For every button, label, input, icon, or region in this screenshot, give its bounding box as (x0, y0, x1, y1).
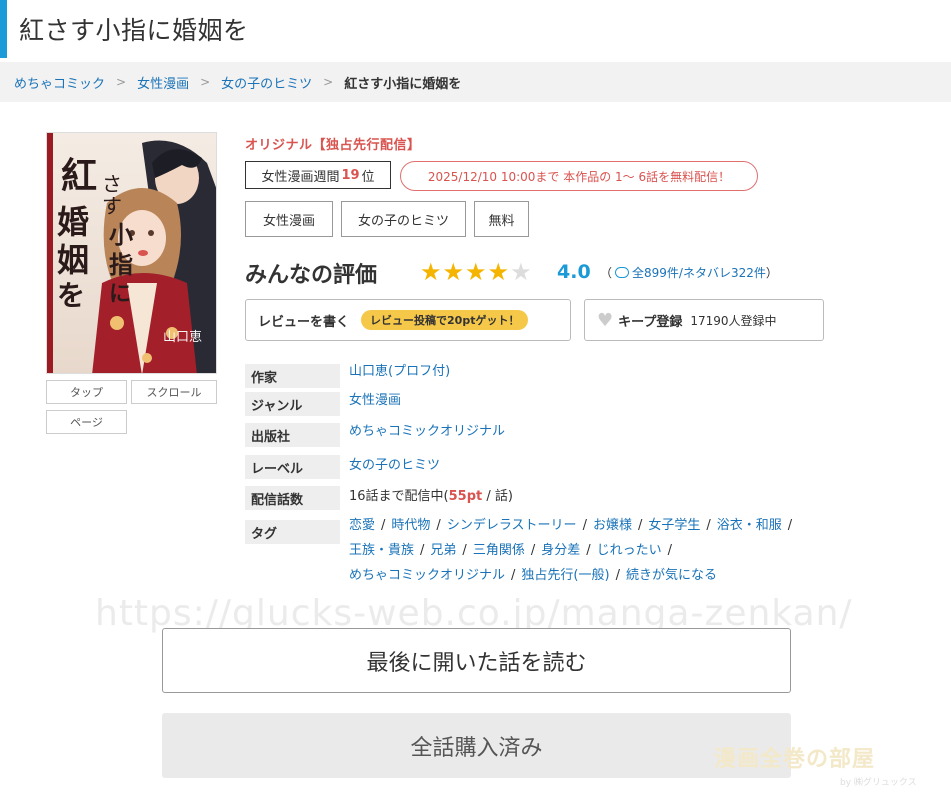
tag-link[interactable]: 女子学生 (648, 518, 700, 533)
tag-button-free[interactable]: 無料 (474, 201, 529, 237)
star-filled-icon: ★ (465, 258, 487, 286)
title-bar: 紅さす小指に婚姻を (0, 0, 951, 58)
svg-text:婚: 婚 (57, 203, 89, 241)
breadcrumb-separator: > (116, 75, 127, 89)
episodes-prefix: 16話まで配信中( (349, 489, 449, 504)
rank-badge[interactable]: 女性漫画週間 19 位 (245, 161, 391, 189)
tag-button-genre[interactable]: 女性漫画 (245, 201, 333, 237)
tag-link[interactable]: シンデレラストーリー (447, 518, 577, 533)
breadcrumb-separator: > (200, 75, 211, 89)
heart-icon: ♥ (597, 309, 614, 331)
svg-text:小: 小 (109, 220, 133, 249)
view-tap-button[interactable]: タップ (46, 380, 127, 404)
tag-list-line-1: 恋愛 / 時代物 / シンデレラストーリー / お嬢様 / 女子学生 / 浴衣・和服 / (349, 518, 793, 533)
rank-number: 19 (341, 167, 360, 183)
star-filled-icon: ★ (442, 258, 465, 286)
star-filled-icon: ★ (487, 258, 510, 286)
genre-label: ジャンル (245, 392, 340, 416)
star-filled-icon: ★ (420, 258, 442, 286)
write-review-button[interactable]: レビューを書く レビュー投稿で20ptゲット！ (245, 299, 571, 341)
rating-count-text: 全899件/ネタバレ322件 (632, 266, 766, 280)
svg-text:山口恵: 山口恵 (163, 330, 202, 345)
rating-stars: ★ ★ ★ ★ ★ (420, 258, 533, 286)
author-label: 作家 (245, 364, 340, 388)
episodes-price: 55pt (448, 489, 483, 504)
page-title: 紅さす小指に婚姻を (19, 16, 249, 45)
write-review-label: レビューを書く (258, 314, 350, 330)
svg-text:に: に (109, 281, 131, 307)
rating-score: 4.0 (557, 261, 591, 283)
tag-button-label[interactable]: 女の子のヒミツ (341, 201, 466, 237)
tags-label: タグ (245, 520, 340, 544)
tag-link[interactable]: 兄弟 (430, 543, 456, 558)
publisher-link[interactable]: めちゃコミックオリジナル (349, 422, 505, 442)
rating-count[interactable]: （ 全899件/ネタバレ322件 ） (600, 264, 778, 281)
view-scroll-button[interactable]: スクロール (131, 380, 217, 404)
breadcrumb-item-genre[interactable]: 女性漫画 (137, 73, 189, 92)
all-purchased-button[interactable]: 全話購入済み (162, 713, 791, 778)
breadcrumb-separator: > (323, 75, 334, 89)
publisher-label: 出版社 (245, 423, 340, 447)
imprint-link[interactable]: 女の子のヒミツ (349, 456, 440, 476)
rank-prefix: 女性漫画週間 (261, 169, 340, 185)
tag-list-line-2: 王族・貴族 / 兄弟 / 三角関係 / 身分差 / じれったい / (349, 543, 673, 558)
keep-count: 17190人登録中 (690, 313, 777, 328)
tag-link[interactable]: 恋愛 (349, 518, 375, 533)
tag-link[interactable]: お嬢様 (593, 518, 632, 533)
tag-list-line-3: めちゃコミックオリジナル / 独占先行(一般) / 続きが気になる (349, 568, 717, 583)
breadcrumb-item-label[interactable]: 女の子のヒミツ (221, 73, 312, 92)
tag-link[interactable]: 身分差 (541, 543, 580, 558)
star-empty-icon: ★ (510, 258, 532, 286)
svg-text:す: す (102, 194, 122, 218)
rating-label: みんなの評価 (245, 263, 378, 288)
episodes-suffix: / 話) (482, 489, 513, 504)
read-last-episode-button[interactable]: 最後に開いた話を読む (162, 628, 791, 693)
paren-close: ） (765, 266, 778, 280)
imprint-label: レーベル (245, 455, 340, 479)
view-page-button[interactable]: ページ (46, 410, 127, 434)
tag-link[interactable]: 続きが気になる (626, 568, 717, 583)
breadcrumb-item-home[interactable]: めちゃコミック (14, 73, 105, 92)
tag-link[interactable]: 独占先行(一般) (521, 568, 609, 583)
episodes-label: 配信話数 (245, 486, 340, 510)
original-label: オリジナル【独占先行配信】 (245, 138, 421, 153)
svg-text:姻: 姻 (57, 241, 89, 279)
tag-link[interactable]: 時代物 (391, 518, 430, 533)
tag-link[interactable]: じれったい (597, 543, 662, 558)
genre-link[interactable]: 女性漫画 (349, 391, 401, 411)
svg-text:紅: 紅 (61, 155, 97, 197)
brand-watermark-sub: by ㈱グリュックス (840, 778, 917, 788)
cover-image[interactable]: 紅 さ す 婚 姻 を 小 指 に 山口恵 (46, 132, 217, 374)
cover-illustration: 紅 さ す 婚 姻 を 小 指 に 山口恵 (47, 133, 216, 373)
svg-text:指: 指 (109, 250, 133, 279)
brand-watermark: 漫画全巻の部屋 (714, 747, 876, 772)
tag-link[interactable]: 浴衣・和服 (717, 518, 782, 533)
breadcrumb-current: 紅さす小指に婚姻を (344, 76, 462, 92)
free-notice: 2025/12/10 10:00まで 本作品の 1～ 6話を無料配信！ (400, 161, 758, 191)
svg-text:さ: さ (102, 172, 122, 196)
svg-text:を: を (57, 279, 85, 312)
keep-button[interactable]: ♥ キープ登録 17190人登録中 (584, 299, 824, 341)
tag-link[interactable]: めちゃコミックオリジナル (349, 568, 505, 583)
paren-open: （ (600, 266, 613, 280)
breadcrumb: めちゃコミック > 女性漫画 > 女の子のヒミツ > 紅さす小指に婚姻を (0, 62, 951, 102)
review-promo-badge: レビュー投稿で20ptゲット！ (361, 310, 529, 330)
tag-link[interactable]: 三角関係 (473, 543, 525, 558)
keep-label: キープ登録 (618, 314, 683, 330)
rank-suffix: 位 (361, 169, 375, 185)
tag-link[interactable]: 王族・貴族 (349, 543, 414, 558)
author-link[interactable]: 山口恵(プロフ付) (349, 362, 450, 382)
comment-bubble-icon (615, 267, 630, 278)
episodes-value: 16話まで配信中(55pt / 話) (349, 487, 513, 507)
